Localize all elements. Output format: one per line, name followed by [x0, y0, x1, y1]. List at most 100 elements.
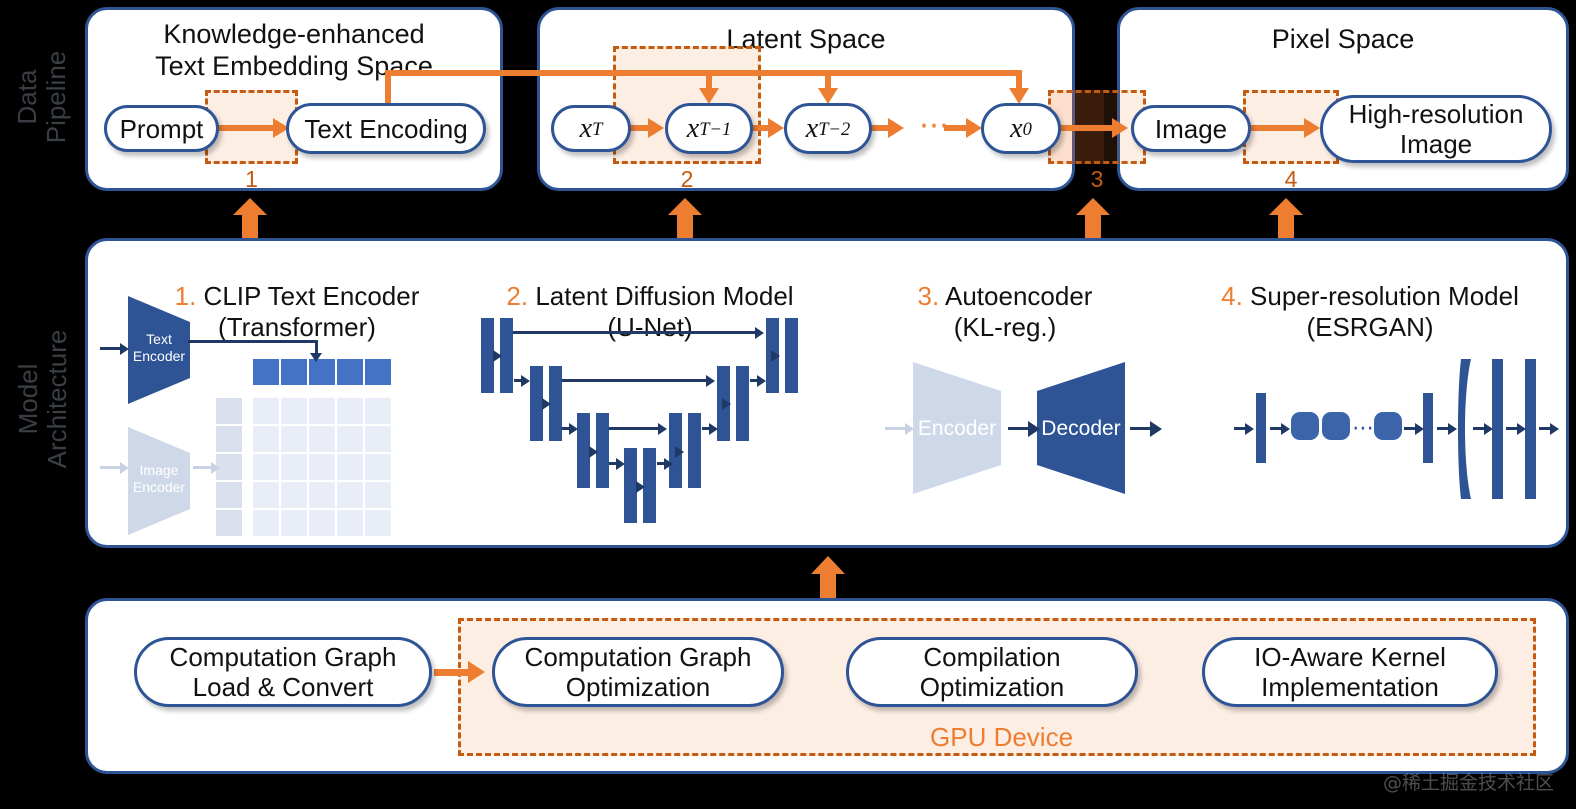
clip-matrix-cell	[337, 482, 363, 508]
node-prompt[interactable]: Prompt	[104, 105, 219, 152]
node-computation-graph-load-convert[interactable]: Computation Graph Load & Convert	[134, 637, 432, 707]
clip-matrix-cell	[281, 398, 307, 424]
step-number-4: 4	[1284, 166, 1298, 192]
conditioning-branch-x-T-2-head	[818, 88, 838, 104]
clip-matrix-cell	[253, 454, 279, 480]
unet-skip-connection	[513, 331, 758, 334]
arch-heading-esrgan-subtitle: (ESRGAN)	[1306, 312, 1434, 342]
arch-heading-esrgan-number: 4.	[1221, 281, 1243, 311]
clip-image-output-arrow-head	[211, 462, 220, 474]
clip-embedding-cell	[365, 359, 391, 385]
arrow-xT1-to-xT2-head	[768, 118, 784, 138]
unet-up-arrow-head	[757, 375, 766, 387]
node-high-resolution-image[interactable]: High-resolution Image	[1320, 95, 1552, 163]
arrow-ellipsis-to-x0-head	[966, 118, 982, 138]
link-arrow-2	[668, 198, 702, 238]
link-arrow-1	[233, 198, 267, 238]
side-label-model-architecture: Model Architecture	[13, 329, 72, 469]
unet-up-arrow-head	[664, 458, 673, 470]
node-io-aware-kernel-implementation[interactable]: IO-Aware Kernel Implementation	[1202, 637, 1498, 707]
arch-heading-autoencoder-subtitle: (KL-reg.)	[953, 312, 1057, 342]
node-x-T-2-sub: T−2	[818, 118, 851, 139]
node-compilation-optimization[interactable]: Compilation Optimization	[846, 637, 1138, 707]
esrgan-conv-block	[1525, 359, 1536, 499]
clip-image-output-arrow-line	[193, 466, 213, 469]
clip-embedding-cell	[281, 359, 307, 385]
node-x-0-base: x	[1010, 112, 1023, 144]
node-x-T-base: x	[579, 112, 593, 144]
clip-matrix-cell	[365, 510, 391, 536]
esrgan-arrow-head	[1245, 423, 1254, 435]
clip-matrix-cell	[337, 510, 363, 536]
esrgan-arrow-head	[1281, 423, 1290, 435]
arrow-xT2-to-ellipsis-head	[888, 118, 904, 138]
esrgan-arrow-head	[1550, 423, 1559, 435]
esrgan-conv-block	[1492, 359, 1503, 499]
clip-text-output-arrow-line	[188, 340, 318, 343]
node-x-T-1-sub: T−1	[699, 118, 732, 139]
conditioning-line-horizontal	[385, 70, 1022, 76]
unet-skip-connection	[562, 379, 709, 382]
node-x-T-sub: T	[592, 118, 603, 139]
clip-matrix-cell	[337, 398, 363, 424]
autoencoder-input-arrow-line	[885, 427, 907, 430]
arrow-prompt-to-text-encoding-line	[213, 125, 275, 131]
esrgan-ellipsis: ⋯	[1352, 415, 1375, 440]
arrow-xT-to-xT1-head	[648, 118, 664, 138]
node-image[interactable]: Image	[1131, 105, 1251, 152]
esrgan-conv-block	[1423, 393, 1433, 463]
esrgan-conv-block	[1256, 393, 1266, 463]
arrow-image-to-highres-head	[1304, 118, 1320, 138]
clip-embedding-cell	[253, 359, 279, 385]
unet-skip-connection-head	[706, 375, 715, 387]
unet-up-arrow-head	[709, 423, 718, 435]
clip-matrix-cell	[309, 482, 335, 508]
node-x-T-2[interactable]: x T−2	[784, 103, 872, 154]
clip-text-output-arrow-head	[310, 353, 322, 362]
esrgan-arrow-head	[1484, 423, 1493, 435]
clip-matrix-cell	[365, 454, 391, 480]
autoencoder-output-arrow-head	[1150, 421, 1162, 437]
side-label-data-pipeline: Data Pipeline	[12, 50, 71, 144]
arrow-x0-to-image-head	[1112, 118, 1128, 138]
unet-block	[785, 318, 798, 393]
clip-matrix-cell	[281, 482, 307, 508]
step-number-3: 3	[1090, 166, 1104, 192]
node-x-0[interactable]: x0	[981, 103, 1061, 154]
arch-heading-ldm-number: 2.	[506, 281, 529, 311]
latent-ellipsis: ⋯	[919, 109, 951, 142]
clip-text-encoder-label: Text Encoder	[132, 331, 186, 364]
esrgan-rrdb-block	[1291, 412, 1319, 440]
node-x-T-1[interactable]: x T−1	[665, 103, 753, 154]
node-x-T-2-base: x	[805, 112, 819, 144]
autoencoder-encoder-label: Encoder	[917, 417, 997, 440]
clip-matrix-cell	[365, 398, 391, 424]
unet-bottleneck-head	[636, 481, 645, 493]
esrgan-rrdb-block	[1322, 412, 1350, 440]
unet-down-arrow-head	[521, 375, 530, 387]
clip-matrix-cell	[281, 454, 307, 480]
clip-text-input-arrow-line	[100, 347, 122, 350]
clip-matrix-cell	[365, 482, 391, 508]
unet-block-head	[771, 350, 780, 362]
esrgan-rrdb-block	[1374, 412, 1402, 440]
clip-matrix-row-label-cell	[216, 510, 242, 536]
unet-downsample-head	[589, 446, 598, 458]
unet-block-head	[675, 446, 684, 458]
unet-downsample-head	[542, 398, 551, 410]
link-arrow-3	[1076, 198, 1110, 238]
esrgan-arrow-head	[1517, 423, 1526, 435]
conditioning-branch-x-0-head	[1009, 88, 1029, 104]
node-text-encoding[interactable]: Text Encoding	[286, 103, 486, 154]
clip-matrix-cell	[253, 510, 279, 536]
arch-heading-ldm-title: Latent Diffusion Model	[528, 281, 794, 311]
conditioning-branch-x-T-1-head	[699, 88, 719, 104]
node-x-T[interactable]: xT	[551, 105, 631, 152]
arch-heading-autoencoder-title: Autoencoder	[939, 281, 1093, 311]
panel-title-pixel-space: Pixel Space	[1271, 24, 1415, 54]
clip-matrix-row-label-cell	[216, 482, 242, 508]
clip-matrix-cell	[337, 454, 363, 480]
node-computation-graph-optimization[interactable]: Computation Graph Optimization	[492, 637, 784, 707]
node-x-0-sub: 0	[1022, 118, 1032, 139]
clip-matrix-cell	[253, 398, 279, 424]
